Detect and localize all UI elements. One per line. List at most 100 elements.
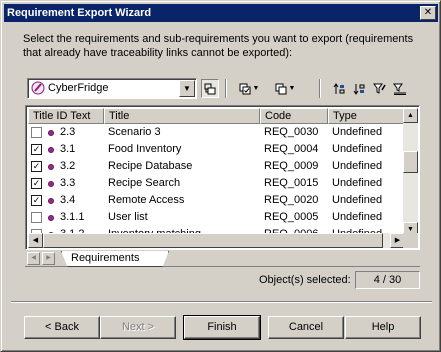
instructions-text: Select the requirements and sub-requirem… [23, 33, 414, 59]
column-header-type[interactable]: Type [328, 108, 405, 124]
selected-count-label: Object(s) selected: [259, 274, 351, 286]
tab-scroll-left-icon[interactable]: ◀ [27, 252, 40, 265]
finish-button[interactable]: Finish [183, 315, 261, 340]
row-checkbox[interactable] [31, 127, 42, 138]
model-select-value: CyberFridge [48, 82, 109, 94]
table-row[interactable]: ✓ 3.1 Food Inventory REQ_0004 Undefined [28, 141, 405, 158]
scroll-up-icon[interactable]: ▲ [403, 108, 418, 123]
tab-strip: ◀ ▶ Requirements [25, 251, 420, 267]
requirement-icon [48, 163, 54, 170]
move-to-bottom-icon [353, 83, 365, 95]
cell-type: Undefined [332, 126, 383, 138]
window-title: Requirement Export Wizard [7, 7, 152, 19]
cell-id: ✓ 3.3 [28, 175, 104, 192]
cell-type: Undefined [332, 160, 383, 172]
model-select[interactable]: CyberFridge ▼ [27, 78, 197, 99]
cell-id: 3.1.1 [28, 209, 104, 226]
row-id-text: 2.3 [60, 126, 76, 138]
requirement-icon [48, 129, 54, 136]
back-button[interactable]: < Back [24, 316, 100, 339]
cell-code: REQ_0015 [264, 177, 319, 189]
toolbar-separator [319, 79, 321, 98]
cell-id: ✓ 3.4 [28, 192, 104, 209]
cell-code: REQ_0030 [264, 126, 319, 138]
cell-type: Undefined [332, 143, 383, 155]
cell-title: Recipe Database [108, 160, 193, 172]
grid-header: Title ID Text Title Code Type [28, 108, 405, 124]
cell-id: 2.3 [28, 124, 104, 141]
chevron-down-icon: ▼ [288, 85, 296, 92]
cell-id: ✓ 3.2 [28, 158, 104, 175]
include-subpackages-icon [204, 83, 216, 94]
requirement-icon [48, 180, 54, 187]
select-all-icon [239, 83, 251, 94]
cell-title: Scenario 3 [108, 126, 161, 138]
requirements-grid: Title ID Text Title Code Type 2.3 Scenari… [25, 105, 420, 250]
grid-rows: 2.3 Scenario 3 REQ_0030 Undefined ✓ 3.1 Food I… [28, 124, 405, 239]
selected-count-value: 4 / 30 [355, 271, 420, 289]
row-id-text: 3.4 [60, 194, 76, 206]
row-id-text: 3.3 [60, 177, 76, 189]
scroll-left-icon[interactable]: ◀ [28, 233, 43, 248]
requirement-icon [48, 197, 54, 204]
column-header-title[interactable]: Title [104, 108, 260, 124]
select-all-button[interactable]: ▼ [237, 79, 261, 98]
table-row[interactable]: ✓ 3.2 Recipe Database REQ_0009 Undefined [28, 158, 405, 175]
row-checkbox[interactable]: ✓ [31, 144, 42, 155]
deselect-all-icon [275, 83, 287, 94]
title-bar: Requirement Export Wizard ✕ [4, 4, 438, 22]
row-checkbox[interactable]: ✓ [31, 195, 42, 206]
move-to-top-button[interactable] [331, 79, 347, 98]
clear-filter-icon [393, 83, 406, 95]
vertical-scroll-thumb[interactable] [403, 151, 418, 173]
vertical-scrollbar[interactable]: ▲ ▼ [403, 108, 418, 237]
cell-code: REQ_0004 [264, 143, 319, 155]
row-checkbox[interactable]: ✓ [31, 161, 42, 172]
tab-requirements[interactable]: Requirements [61, 251, 169, 267]
row-checkbox[interactable] [31, 212, 42, 223]
table-row[interactable]: ✓ 3.3 Recipe Search REQ_0015 Undefined [28, 175, 405, 192]
table-row[interactable]: 3.1.1 User list REQ_0005 Undefined [28, 209, 405, 226]
filter-button[interactable] [371, 79, 387, 98]
row-id-text: 3.1 [60, 143, 76, 155]
model-icon [31, 81, 45, 95]
clear-filter-button[interactable] [391, 79, 409, 98]
horizontal-scrollbar[interactable]: ◀ ▶ [28, 233, 405, 248]
cell-title: Food Inventory [108, 143, 182, 155]
column-header-id[interactable]: Title ID Text [28, 108, 104, 124]
cell-code: REQ_0020 [264, 194, 319, 206]
toolbar-separator [225, 79, 227, 98]
row-id-text: 3.1.1 [60, 211, 85, 223]
move-to-bottom-button[interactable] [351, 79, 367, 98]
requirement-icon [48, 146, 54, 153]
cell-type: Undefined [332, 177, 383, 189]
table-row[interactable]: 2.3 Scenario 3 REQ_0030 Undefined [28, 124, 405, 141]
filter-icon [372, 83, 386, 94]
chevron-down-icon[interactable]: ▼ [179, 80, 195, 97]
button-divider [11, 301, 432, 303]
row-checkbox[interactable]: ✓ [31, 178, 42, 189]
deselect-all-button[interactable]: ▼ [273, 79, 297, 98]
cell-code: REQ_0005 [264, 211, 319, 223]
cancel-button[interactable]: Cancel [268, 316, 344, 339]
tab-scroll-right-icon[interactable]: ▶ [42, 252, 55, 265]
cell-title: Recipe Search [108, 177, 181, 189]
row-id-text: 3.2 [60, 160, 76, 172]
include-subpackages-button[interactable] [201, 79, 219, 98]
cell-type: Undefined [332, 194, 383, 206]
cell-title: User list [108, 211, 148, 223]
close-icon: ✕ [423, 7, 433, 18]
help-button[interactable]: Help [345, 316, 421, 339]
cell-code: REQ_0009 [264, 160, 319, 172]
cell-id: ✓ 3.1 [28, 141, 104, 158]
horizontal-scroll-thumb[interactable] [43, 233, 383, 248]
cell-type: Undefined [332, 211, 383, 223]
next-button[interactable]: Next > [100, 316, 176, 339]
chevron-down-icon: ▼ [252, 85, 260, 92]
move-to-top-icon [333, 82, 345, 94]
scrollbar-corner [403, 233, 418, 248]
requirement-icon [48, 214, 54, 221]
table-row[interactable]: ✓ 3.4 Remote Access REQ_0020 Undefined [28, 192, 405, 209]
column-header-code[interactable]: Code [260, 108, 328, 124]
close-button[interactable]: ✕ [420, 6, 436, 20]
